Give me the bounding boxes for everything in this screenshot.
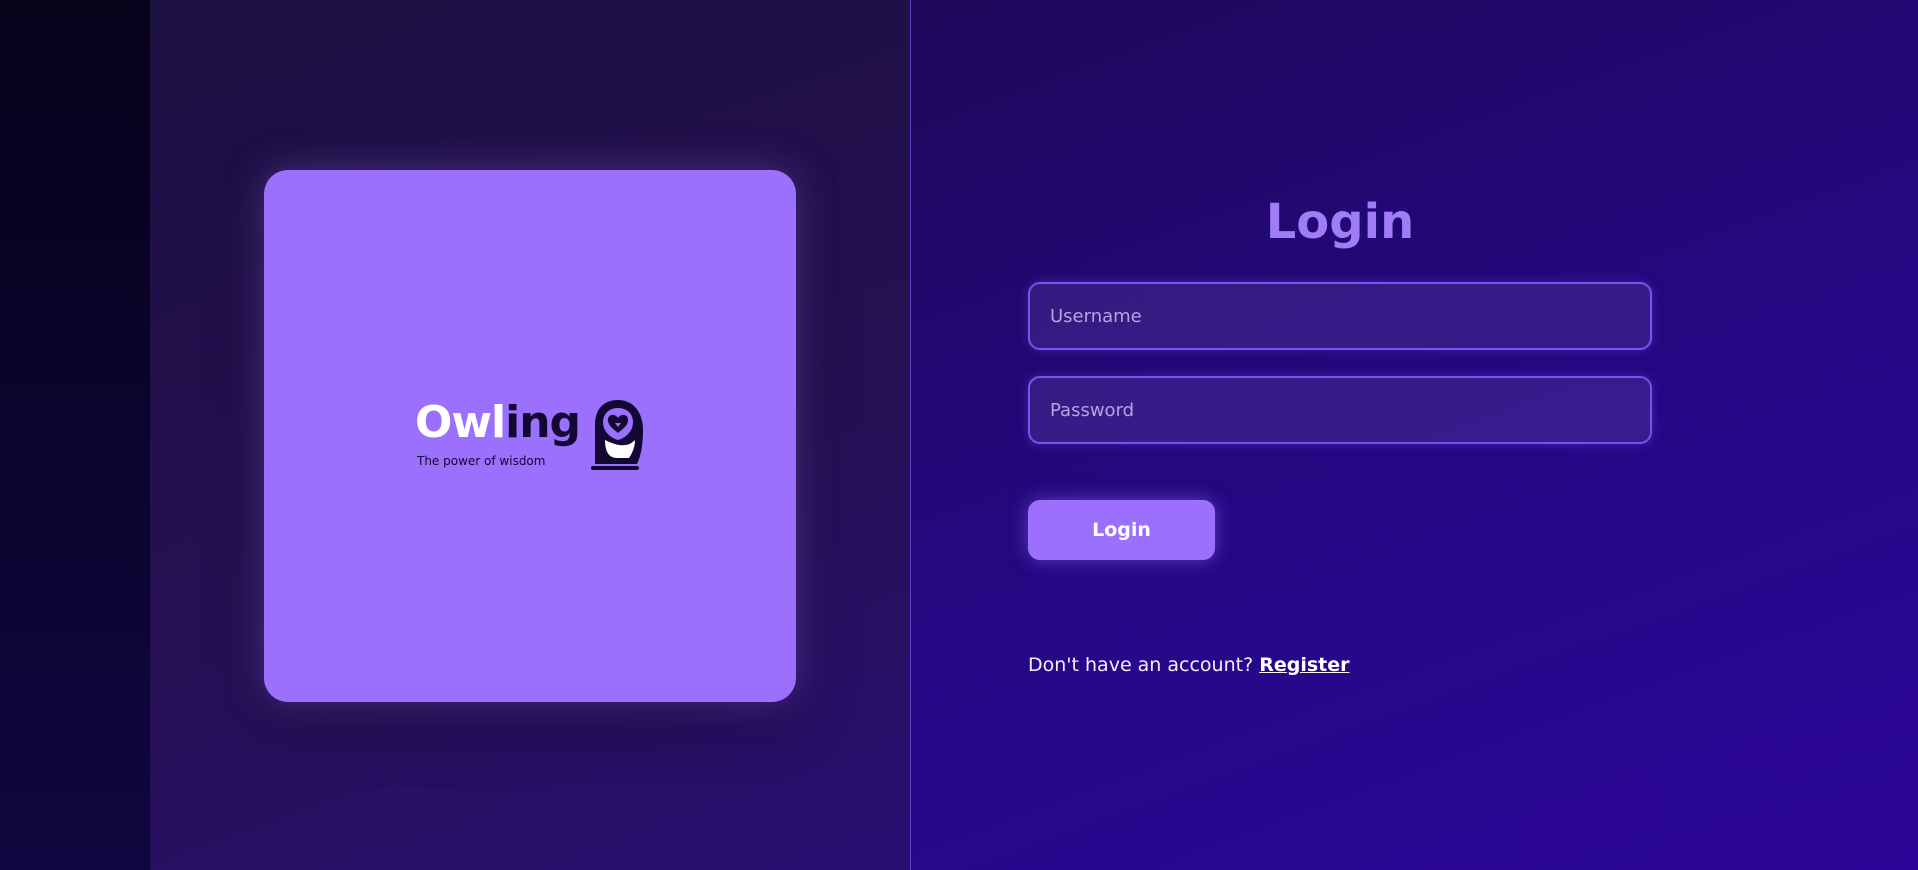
register-prompt-text: Don't have an account?	[1028, 654, 1254, 676]
owl-icon	[591, 400, 643, 470]
register-link[interactable]: Register	[1259, 654, 1349, 676]
password-input[interactable]	[1028, 376, 1652, 444]
logo-wordmark: Owling	[415, 396, 581, 450]
login-title: Login	[1265, 194, 1415, 250]
username-input[interactable]	[1028, 282, 1652, 350]
logo-word-light: Owl	[415, 397, 506, 448]
register-prompt-line: Don't have an account? Register	[1028, 654, 1350, 676]
login-button[interactable]: Login	[1028, 500, 1215, 560]
left-edge-strip	[0, 0, 150, 870]
owling-logo: Owling The power of wisdom	[415, 396, 645, 476]
logo-tagline: The power of wisdom	[417, 454, 546, 468]
logo-card: Owling The power of wisdom	[264, 170, 796, 702]
logo-word-dark: ing	[505, 397, 581, 448]
